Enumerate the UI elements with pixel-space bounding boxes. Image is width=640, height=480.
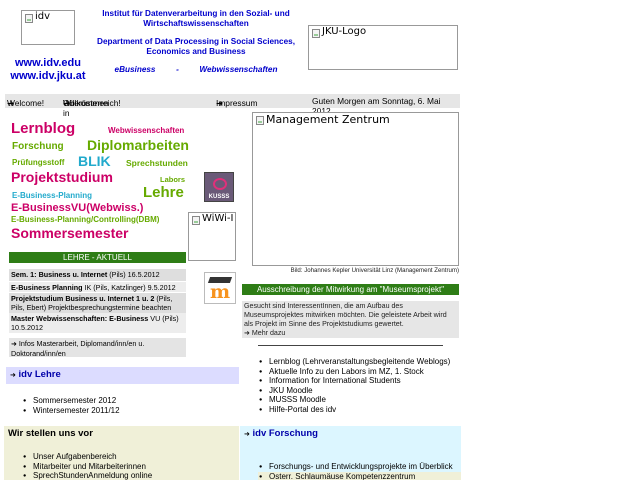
tag-diplomarbeiten[interactable]: Diplomarbeiten	[87, 137, 189, 153]
list-item[interactable]: Wintersemester 2011/12	[22, 406, 222, 416]
idv-forschung-header[interactable]: ➜ idv Forschung	[240, 426, 461, 443]
url-idv-jku[interactable]: www.idv.jku.at	[8, 70, 88, 82]
list-item[interactable]: MUSSS Moodle	[258, 395, 463, 405]
mehr-dazu-link[interactable]: ➜ Mehr dazu	[244, 329, 285, 337]
list-item[interactable]: Information for International Students	[258, 376, 463, 386]
museumsprojekt-banner[interactable]: Ausschreibung der Mitwirkung am "Museums…	[242, 284, 459, 295]
moodle-m-icon: m	[210, 281, 231, 303]
mehr-dazu-label: Mehr dazu	[251, 329, 286, 337]
arrow-right-icon: ➜	[10, 372, 16, 379]
wiwi-image[interactable]: WiWi-I	[188, 212, 236, 261]
lehre-item-4[interactable]: Master Webwissenschaften: E-Business VU …	[9, 313, 186, 333]
list-item[interactable]: Aktuelle Info zu den Labors im MZ, 1. St…	[258, 367, 463, 377]
tag-forschung[interactable]: Forschung	[12, 141, 64, 152]
idv-forschung-list: Forschungs- und Entwicklungsprojekte im …	[258, 462, 461, 480]
museumsprojekt-text: Gesucht sind InteressentInnen, die am Au…	[244, 302, 447, 328]
broken-image-icon	[256, 116, 264, 125]
institute-en-line1: Department of Data Processing in Social …	[97, 37, 295, 46]
tag-blik[interactable]: BLIK	[78, 153, 111, 169]
list-item[interactable]: JKU Moodle	[258, 386, 463, 396]
jku-logo-image: JKU-Logo	[308, 25, 458, 70]
lehre-item-2-info: IK (Pils, Katzlinger) 9.5.2012	[82, 283, 176, 292]
tag-projektstudium[interactable]: Projektstudium	[11, 169, 113, 185]
museumsprojekt-box: Gesucht sind InteressentInnen, die am Au…	[242, 301, 459, 338]
lehre-item-1-info: (Pils) 16.5.2012	[107, 270, 160, 279]
tag-lehre[interactable]: Lehre	[143, 184, 184, 201]
broken-image-icon	[192, 216, 200, 225]
idv-lehre-header[interactable]: ➜ idv Lehre	[6, 367, 239, 384]
kusss-icon[interactable]: KUSSS	[204, 172, 234, 202]
lehre-item-3[interactable]: Projektstudium Business u. Internet 1 u.…	[9, 293, 186, 313]
management-zentrum-image: Management Zentrum	[252, 112, 459, 266]
list-item[interactable]: Mitarbeiter und Mitarbeiterinnen	[22, 462, 232, 472]
tag-ebusiness-vu[interactable]: E-BusinessVU(Webwiss.)	[11, 202, 143, 214]
divider	[258, 345, 443, 346]
list-item[interactable]: Hilfe-Portal des idv	[258, 405, 463, 415]
infos-masterarbeit-label: Infos Masterarbeit, Diplomand/inn/en u. …	[11, 339, 145, 358]
webwissenschaften-link[interactable]: Webwissenschaften	[199, 65, 277, 74]
idv-forschung-title: idv Forschung	[252, 428, 318, 439]
institute-name-de: Institut für Datenverarbeitung in den So…	[96, 9, 296, 29]
institute-de-line2: Wirtschaftswissenschaften	[143, 19, 249, 28]
arrow-right-icon: ➜	[11, 341, 17, 348]
mz-alt: Management Zentrum	[266, 113, 390, 126]
welcome-label: Welcome!	[7, 98, 45, 108]
kusss-swirl-icon	[213, 178, 227, 190]
tag-sprechstunden[interactable]: Sprechstunden	[126, 158, 188, 168]
institute-de-line1: Institut für Datenverarbeitung in den So…	[102, 9, 290, 18]
url-idv-edu[interactable]: www.idv.edu	[8, 57, 88, 69]
lehre-item-2-title: E-Business Planning	[11, 283, 83, 292]
list-item[interactable]: SprechStundenAnmeldung online	[22, 471, 232, 480]
oberoesterreich-link[interactable]: Oberösterreich!	[63, 98, 121, 108]
header-subjects: eBusiness - Webwissenschaften	[96, 65, 296, 75]
wir-stellen-list: Unser Aufgabenbereich Mitarbeiter und Mi…	[22, 452, 232, 480]
kusss-label: KUSSS	[208, 194, 230, 200]
jku-logo-alt: JKU-Logo	[322, 26, 367, 37]
tag-labors[interactable]: Labors	[160, 175, 185, 184]
idv-logo-image: idv	[21, 10, 75, 45]
infos-masterarbeit[interactable]: ➜ Infos Masterarbeit, Diplomand/inn/en u…	[9, 338, 186, 358]
lehre-item-3-title: Projektstudium Business u. Internet 1 u.…	[11, 294, 155, 303]
arrow-right-icon: ➜	[244, 431, 250, 438]
ebusiness-link[interactable]: eBusiness	[115, 65, 156, 74]
tag-pruefungsstoff[interactable]: Prüfungsstoff	[12, 158, 64, 167]
welcome-bar: ➜ Welcome! Willkommen in ➜ Oberösterreic…	[5, 94, 460, 118]
lehre-aktuell-header: LEHRE - AKTUELL	[9, 252, 186, 263]
header-dash: -	[176, 65, 179, 74]
moodle-icon[interactable]: m	[204, 272, 236, 304]
list-item[interactable]: Forschungs- und Entwicklungsprojekte im …	[258, 462, 461, 472]
broken-image-icon	[312, 29, 320, 38]
impressum-label: Impressum	[216, 98, 258, 108]
institute-en-line2: Economics and Business	[146, 47, 246, 56]
broken-image-icon	[25, 14, 33, 23]
institute-name-en: Department of Data Processing in Social …	[96, 37, 296, 57]
idv-logo-alt: idv	[35, 11, 51, 22]
list-item[interactable]: Osterr. Schlaumäuse Kompetenzzentrum	[258, 471, 461, 480]
idv-lehre-title: idv Lehre	[18, 369, 61, 380]
wir-stellen-uns-vor-header[interactable]: Wir stellen uns vor	[4, 426, 239, 442]
list-item[interactable]: Lernblog (Lehrveranstaltungsbegleitende …	[258, 357, 463, 367]
wiwi-alt: WiWi-I	[202, 213, 234, 224]
lehre-item-1-title: Sem. 1: Business u. Internet	[11, 270, 108, 279]
tag-ebusiness-planning[interactable]: E-Business-Planning	[12, 191, 92, 200]
tag-ebusiness-controlling[interactable]: E-Business-Planning/Controlling(DBM)	[11, 215, 159, 224]
tag-lernblog[interactable]: Lernblog	[11, 120, 75, 137]
list-item[interactable]: Sommersemester 2012	[22, 396, 222, 406]
idv-lehre-list: Sommersemester 2012 Wintersemester 2011/…	[22, 396, 222, 415]
lehre-item-2[interactable]: E-Business Planning IK (Pils, Katzlinger…	[9, 282, 186, 292]
list-item[interactable]: Unser Aufgabenbereich	[22, 452, 232, 462]
lehre-item-1[interactable]: Sem. 1: Business u. Internet (Pils) 16.5…	[9, 269, 186, 281]
mz-caption: Bild: Johannes Kepler Universität Linz (…	[290, 267, 459, 274]
tag-webwissenschaften[interactable]: Webwissenschaften	[108, 126, 184, 135]
links-list: Lernblog (Lehrveranstaltungsbegleitende …	[258, 357, 463, 414]
arrow-right-icon: ➜	[244, 330, 250, 337]
tag-sommersemester[interactable]: Sommersemester	[11, 225, 129, 241]
lehre-item-4-title: Master Webwissenschaften: E-Business	[11, 314, 149, 323]
